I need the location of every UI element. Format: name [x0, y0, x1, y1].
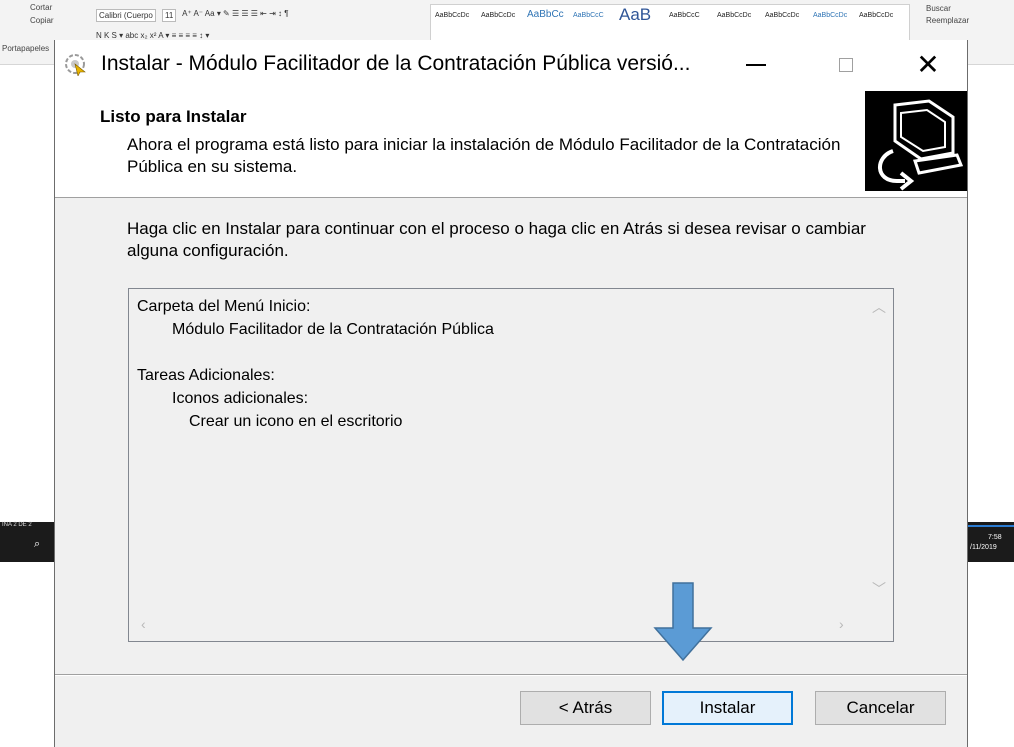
background-style-swatch: AaBbCcDc	[765, 12, 800, 19]
background-size-box: 11	[162, 9, 177, 22]
minimize-button[interactable]	[731, 40, 781, 90]
maximize-button	[821, 40, 871, 90]
dialog-title: Instalar - Módulo Facilitador de la Cont…	[101, 52, 691, 75]
annotation-arrow-down-icon	[653, 582, 713, 662]
desktop-icon-task: Crear un icono en el escritorio	[189, 413, 403, 430]
maximize-icon	[839, 58, 853, 72]
memo-content: Carpeta del Menú Inicio: Módulo Facilita…	[137, 295, 494, 433]
scroll-down-icon[interactable]: ﹀	[872, 579, 886, 599]
background-page-label: INA 2 DE 2	[2, 522, 32, 528]
background-clock-time: 7:58	[988, 534, 1002, 541]
start-menu-label: Carpeta del Menú Inicio:	[137, 298, 311, 315]
horizontal-scrollbar[interactable]: ‹ ›	[129, 609, 863, 641]
instructions-text: Haga clic en Instalar para continuar con…	[127, 219, 866, 260]
memo-blank-line	[137, 341, 494, 364]
background-editing-group: Buscar Reemplazar	[926, 4, 1014, 28]
minimize-icon	[746, 64, 766, 66]
background-status-strip-right: 7:58 /11/2019	[968, 522, 1014, 562]
close-icon: ✕	[916, 49, 940, 80]
search-icon: ⌕	[34, 538, 41, 550]
back-button[interactable]: < Atrás	[520, 691, 651, 725]
scroll-left-icon[interactable]: ‹	[141, 616, 146, 632]
background-clock-date: /11/2019	[970, 544, 997, 551]
background-style-swatch: AaB	[619, 5, 652, 24]
background-style-swatch: AaBbCcDc	[717, 12, 752, 19]
background-paste-label: Portapapeles	[2, 44, 50, 53]
background-find-label: Buscar	[926, 4, 951, 13]
additional-icons-label: Iconos adicionales:	[172, 390, 309, 407]
page-title: Listo para Instalar	[100, 107, 247, 126]
page-subtitle: Ahora el programa está listo para inicia…	[127, 135, 841, 176]
close-button[interactable]: ✕	[903, 40, 953, 90]
background-replace-label: Reemplazar	[926, 16, 970, 25]
background-style-swatch: AaBbCcDc	[481, 12, 516, 19]
background-progress-bar	[968, 525, 1014, 527]
background-status-strip-left: INA 2 DE 2 ⌕	[0, 522, 54, 562]
vertical-scrollbar[interactable]: ︿ ﹀	[863, 289, 893, 609]
background-style-swatch: AaBbCcDc	[813, 12, 848, 19]
background-style-swatch: AaBbCcC	[669, 12, 700, 19]
background-cut-label: Cortar	[30, 3, 53, 12]
additional-tasks-label: Tareas Adicionales:	[137, 367, 275, 384]
start-menu-value: Módulo Facilitador de la Contratación Pú…	[172, 321, 494, 338]
background-style-swatch: AaBbCcDc	[435, 12, 470, 19]
background-style-swatch: AaBbCcC	[573, 12, 604, 19]
installer-app-icon	[65, 54, 86, 76]
scroll-right-icon[interactable]: ›	[839, 616, 844, 632]
background-font-box: Calibri (Cuerpo	[96, 9, 156, 22]
background-copy-label: Copiar	[30, 16, 54, 25]
computer-install-icon	[865, 91, 967, 191]
scroll-up-icon[interactable]: ︿	[872, 297, 886, 317]
cancel-button[interactable]: Cancelar	[815, 691, 946, 725]
scrollbar-corner	[863, 609, 893, 641]
dialog-titlebar[interactable]: Instalar - Módulo Facilitador de la Cont…	[55, 40, 967, 90]
background-style-swatch: AaBbCc	[527, 9, 564, 20]
footer-separator	[55, 674, 967, 676]
install-button[interactable]: Instalar	[662, 691, 793, 725]
wizard-header: Listo para Instalar Ahora el programa es…	[55, 90, 967, 198]
background-style-swatch: AaBbCcDc	[859, 12, 894, 19]
installer-dialog: Instalar - Módulo Facilitador de la Cont…	[54, 40, 968, 747]
settings-summary-memo[interactable]: Carpeta del Menú Inicio: Módulo Facilita…	[128, 288, 894, 642]
